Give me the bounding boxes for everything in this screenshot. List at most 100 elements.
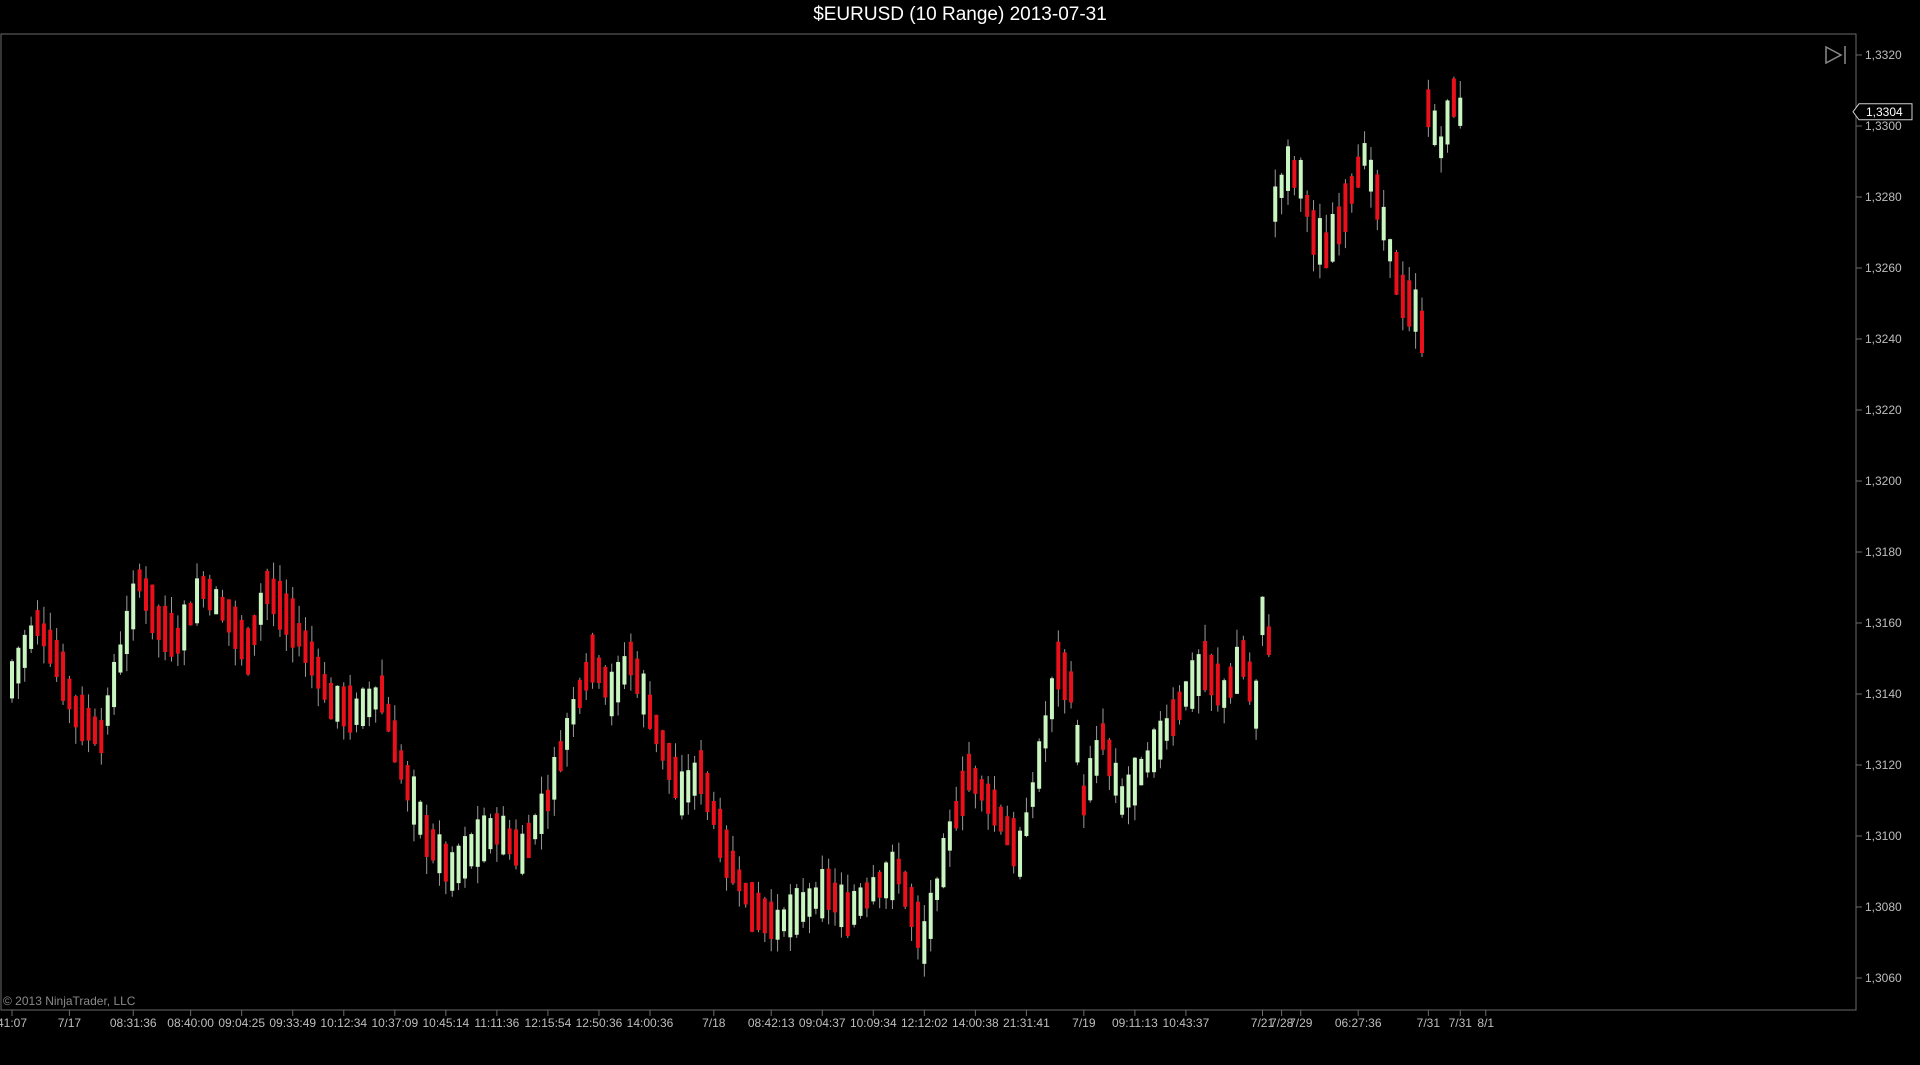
up-candle bbox=[105, 695, 110, 726]
up-candle bbox=[922, 921, 927, 964]
scroll-to-end-icon[interactable] bbox=[1825, 45, 1846, 65]
price-tick-label: 1,3160 bbox=[1865, 616, 1902, 630]
price-tick-label: 1,3280 bbox=[1865, 190, 1902, 204]
down-candle bbox=[137, 569, 142, 592]
down-candle bbox=[845, 892, 850, 936]
down-candle bbox=[724, 829, 729, 878]
up-candle bbox=[195, 578, 200, 624]
down-candle bbox=[48, 629, 53, 664]
up-candle bbox=[571, 699, 576, 725]
down-candle bbox=[730, 850, 735, 884]
down-candle bbox=[864, 882, 869, 909]
down-candle bbox=[86, 707, 91, 741]
down-candle bbox=[309, 641, 314, 676]
down-candle bbox=[577, 679, 582, 709]
down-candle bbox=[711, 800, 716, 825]
price-chart[interactable]: 1,3320 1,3300 1,3280 1,3260 1,3240 1,3220 1,32… bbox=[0, 0, 1920, 1065]
up-candle bbox=[488, 818, 493, 850]
down-candle bbox=[233, 606, 238, 649]
up-candle bbox=[1043, 715, 1048, 749]
down-candle bbox=[833, 882, 838, 913]
down-candle bbox=[992, 789, 997, 826]
time-tick-label: 08:42:13 bbox=[748, 1016, 795, 1030]
up-candle bbox=[1164, 718, 1169, 741]
up-candle bbox=[112, 661, 117, 708]
time-tick-label: 7/19 bbox=[1072, 1016, 1096, 1030]
time-tick-label: 7/18 bbox=[702, 1016, 726, 1030]
down-candle bbox=[431, 829, 436, 861]
down-candle bbox=[348, 685, 353, 733]
down-candle bbox=[1419, 310, 1424, 354]
time-tick-label: 12:50:36 bbox=[576, 1016, 623, 1030]
up-candle bbox=[1088, 758, 1093, 801]
down-candle bbox=[290, 598, 295, 648]
svg-text:1,3304: 1,3304 bbox=[1866, 105, 1903, 119]
down-candle bbox=[41, 623, 46, 647]
time-tick-label: 7/31 bbox=[1449, 1016, 1473, 1030]
down-candle bbox=[954, 801, 959, 829]
down-candle bbox=[1394, 251, 1399, 295]
price-tick-label: 1,3060 bbox=[1865, 971, 1902, 985]
up-candle bbox=[1024, 812, 1029, 836]
down-candle bbox=[1215, 663, 1220, 706]
price-tick-label: 1,3140 bbox=[1865, 687, 1902, 701]
price-tick-label: 1,3180 bbox=[1865, 545, 1902, 559]
down-candle bbox=[303, 630, 308, 663]
up-candle bbox=[1381, 206, 1386, 241]
copyright-notice: © 2013 NinjaTrader, LLC bbox=[3, 994, 136, 1008]
up-candle bbox=[858, 887, 863, 916]
down-candle bbox=[1209, 654, 1214, 696]
down-candle bbox=[545, 789, 550, 812]
up-candle bbox=[1120, 786, 1125, 815]
up-candle bbox=[616, 661, 621, 703]
up-candle bbox=[622, 656, 627, 685]
down-candle bbox=[239, 619, 244, 660]
up-candle bbox=[565, 718, 570, 750]
down-candle bbox=[660, 730, 665, 761]
down-candle bbox=[386, 703, 391, 732]
down-candle bbox=[494, 813, 499, 845]
up-candle bbox=[1260, 596, 1265, 636]
up-candle bbox=[16, 647, 21, 684]
down-candle bbox=[979, 779, 984, 801]
up-candle bbox=[884, 862, 889, 899]
up-candle bbox=[501, 815, 506, 855]
time-tick-label: 09:33:49 bbox=[269, 1016, 316, 1030]
down-candle bbox=[896, 858, 901, 885]
up-candle bbox=[1432, 110, 1437, 146]
down-candle bbox=[1203, 641, 1208, 691]
down-candle bbox=[909, 887, 914, 927]
up-candle bbox=[1075, 724, 1080, 763]
down-candle bbox=[673, 756, 678, 799]
down-candle bbox=[877, 871, 882, 898]
down-candle bbox=[188, 602, 193, 626]
down-candle bbox=[1266, 626, 1271, 656]
down-candle bbox=[756, 892, 761, 931]
price-tick-label: 1,3260 bbox=[1865, 261, 1902, 275]
up-candle bbox=[1113, 762, 1118, 796]
down-candle bbox=[1324, 232, 1329, 269]
up-candle bbox=[1445, 100, 1450, 145]
down-candle bbox=[329, 682, 333, 720]
up-candle bbox=[692, 762, 697, 796]
up-candle bbox=[1330, 213, 1335, 262]
up-candle bbox=[1158, 720, 1163, 760]
up-candle bbox=[1234, 646, 1239, 694]
down-candle bbox=[297, 623, 302, 647]
down-candle bbox=[156, 606, 161, 640]
down-candle bbox=[1451, 78, 1456, 117]
down-candle bbox=[1241, 640, 1246, 677]
down-candle bbox=[1343, 183, 1348, 232]
up-candle bbox=[1286, 146, 1290, 191]
down-candle bbox=[1426, 89, 1431, 128]
down-candle bbox=[986, 783, 991, 814]
up-candle bbox=[1368, 159, 1373, 192]
price-tick-label: 1,3080 bbox=[1865, 900, 1902, 914]
down-candle bbox=[150, 584, 155, 634]
time-tick-label: 7/29 bbox=[1289, 1016, 1313, 1030]
down-candle bbox=[1337, 206, 1342, 245]
up-candle bbox=[373, 687, 378, 710]
up-candle bbox=[1126, 774, 1131, 808]
up-candle bbox=[813, 887, 818, 909]
down-candle bbox=[1400, 274, 1405, 318]
